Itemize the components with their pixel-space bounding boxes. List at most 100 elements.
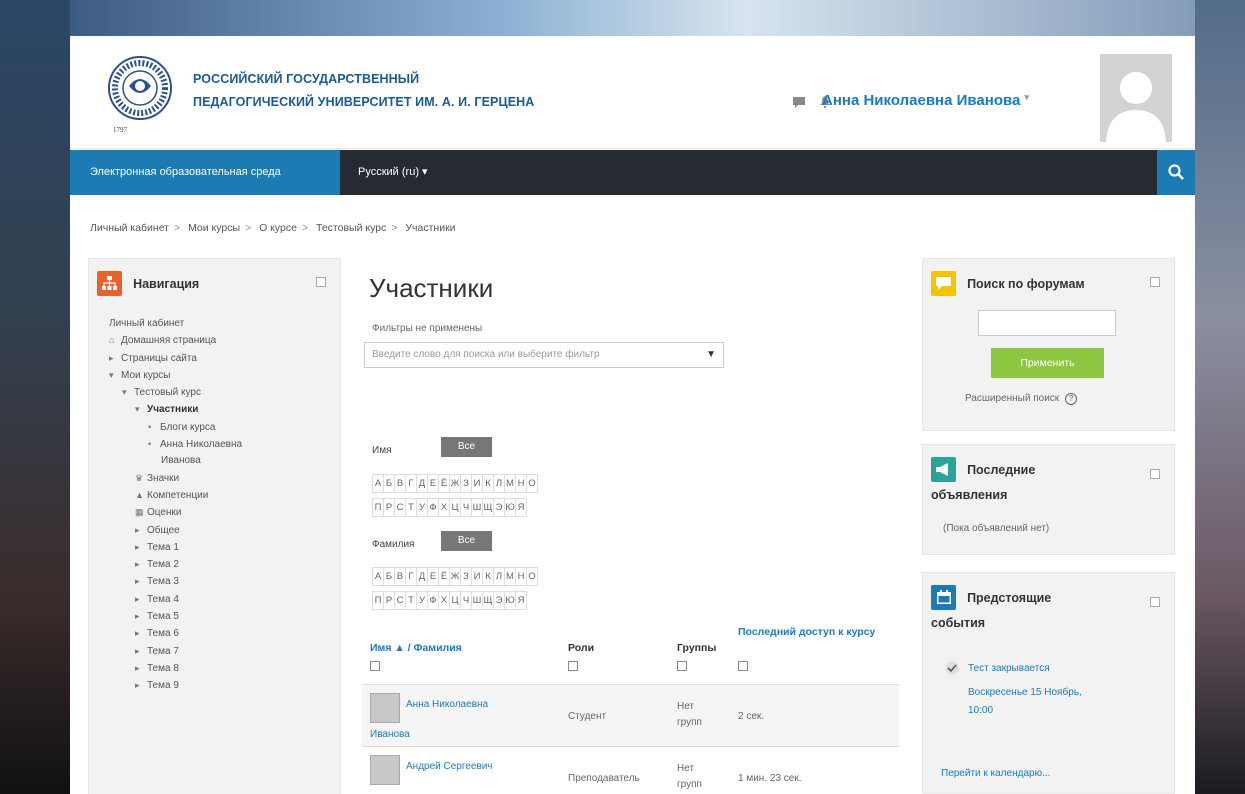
caret-down-icon: ▾ (1024, 92, 1030, 102)
university-name[interactable]: РОССИЙСКИЙ ГОСУДАРСТВЕННЫЙ ПЕДАГОГИЧЕСКИ… (193, 68, 534, 114)
nav-item-label: Тема 9 (147, 680, 179, 692)
nav-item[interactable]: ▾ Мои курсы (109, 367, 334, 384)
nav-item[interactable]: Личный кабинет (109, 316, 334, 332)
nav-item[interactable]: ▸ Тема 7 (109, 643, 334, 660)
search-button[interactable] (1157, 150, 1195, 195)
collapse-block-button[interactable] (1150, 597, 1160, 607)
nav-item[interactable]: • Блоги курса (109, 419, 334, 436)
lastname-all-button[interactable]: Все (441, 531, 492, 551)
nav-item[interactable]: ▲ Компетенции (109, 487, 334, 504)
site-home-link[interactable]: Электронная образовательная среда (70, 150, 340, 195)
breadcrumb-item-about[interactable]: О курсе (259, 222, 297, 234)
column-collapse-groups[interactable] (677, 661, 687, 671)
university-name-line1: РОССИЙСКИЙ ГОСУДАРСТВЕННЫЙ (193, 72, 420, 86)
user-picture[interactable] (370, 755, 400, 785)
university-logo[interactable]: 1797 (103, 50, 177, 140)
bullet-icon: • (148, 439, 152, 450)
lastname-letter-14[interactable]: О (526, 567, 538, 586)
nav-item[interactable]: ▸ Страницы сайта (109, 350, 334, 367)
nav-item[interactable]: ▾ Тестовый курс (109, 384, 334, 401)
column-collapse-last-access[interactable] (738, 661, 748, 671)
nav-item[interactable]: ▸ Общее (109, 522, 334, 539)
news-title-line2: объявления (931, 488, 1008, 502)
nav-item[interactable]: ▸ Тема 9 (109, 677, 334, 694)
caret-down-icon: ▾ (122, 387, 127, 398)
navbar: Электронная образовательная среда Русски… (70, 150, 1195, 195)
event-title-link[interactable]: Тест закрывается (968, 663, 1050, 674)
column-collapse-roles[interactable] (568, 661, 578, 671)
filters-status: Фильтры не применены (372, 323, 483, 334)
filter-placeholder: Введите слово для поиска или выберите фи… (372, 349, 600, 360)
background-left (0, 0, 70, 794)
nav-item-label: Страницы сайта (121, 352, 197, 364)
dropdown-arrow-icon[interactable]: ▼ (706, 343, 716, 367)
breadcrumb-item-my-courses[interactable]: Мои курсы (188, 222, 240, 234)
avatar[interactable] (1100, 54, 1172, 142)
advanced-search-link[interactable]: Расширенный поиск ? (965, 393, 1077, 405)
apply-button[interactable]: Применить (991, 348, 1104, 378)
nav-item[interactable]: ▸ Тема 8 (109, 660, 334, 677)
nav-item-label: Общее (147, 524, 180, 536)
forum-search-title: Поиск по форумам (967, 276, 1085, 291)
nav-item[interactable]: • Анна Николаевна (109, 436, 334, 453)
megaphone-icon (931, 457, 956, 482)
breadcrumb-item-course[interactable]: Тестовый курс (316, 222, 386, 234)
lastname-letter-13[interactable]: Я (515, 591, 527, 610)
nav-item[interactable]: ▸ Тема 1 (109, 539, 334, 556)
caret-right-icon: ▸ (135, 541, 140, 552)
column-collapse-name[interactable] (370, 661, 380, 671)
nav-item[interactable]: ▦ Оценки (109, 504, 334, 521)
caret-right-icon: ▸ (109, 352, 114, 363)
collapse-block-button[interactable] (316, 277, 326, 287)
caret-right-icon: ▸ (135, 662, 140, 673)
messages-icon[interactable] (793, 97, 805, 111)
calendar-link[interactable]: Перейти к календарю... (941, 768, 1050, 779)
user-menu[interactable]: Анна Николаевна Иванова ▾ (822, 92, 1029, 109)
firstname-letter-14[interactable]: О (526, 474, 538, 493)
nav-item[interactable]: ♛ Значки (109, 470, 334, 487)
nav-item[interactable]: ▸ Тема 5 (109, 608, 334, 625)
user-picture[interactable] (370, 693, 400, 723)
participant-name-line2[interactable]: Иванова (370, 729, 410, 740)
sitemap-icon (97, 271, 122, 296)
chat-bubble-icon (931, 271, 956, 296)
table-row: Андрей Сергеевич Преподаватель Нет групп… (362, 746, 899, 794)
page-header: 1797 РОССИЙСКИЙ ГОСУДАРСТВЕННЫЙ ПЕДАГОГИ… (70, 36, 1195, 149)
breadcrumb-item-dashboard[interactable]: Личный кабинет (90, 222, 169, 234)
column-header-groups: Группы (677, 642, 717, 654)
quiz-icon (945, 661, 959, 678)
firstname-letter-13[interactable]: Я (515, 498, 527, 517)
background-top (0, 0, 1245, 36)
navigation-tree: Личный кабинет ⌂ Домашняя страница ▸ Страниц… (109, 316, 334, 695)
breadcrumb-item-participants[interactable]: Участники (405, 222, 455, 234)
forum-search-input[interactable] (978, 310, 1116, 336)
participant-name-line1[interactable]: Анна Николаевна (406, 699, 488, 710)
nav-item-label: Тема 7 (147, 645, 179, 657)
firstname-all-button[interactable]: Все (441, 437, 492, 457)
nav-item[interactable]: ⌂ Домашняя страница (109, 332, 334, 349)
nav-item[interactable]: ▸ Тема 4 (109, 591, 334, 608)
nav-item[interactable]: ▸ Тема 2 (109, 556, 334, 573)
caret-right-icon: ▸ (135, 524, 140, 535)
participant-group-line1: Нет (677, 763, 695, 774)
column-header-last-access[interactable]: Последний доступ к курсу (738, 624, 888, 641)
participant-name-line1[interactable]: Андрей Сергеевич (406, 761, 493, 772)
help-icon[interactable]: ? (1064, 393, 1077, 405)
collapse-block-button[interactable] (1150, 277, 1160, 287)
forum-search-block: Поиск по форумам Применить Расширенный п… (922, 258, 1175, 431)
event-date-line2[interactable]: 10:00 (968, 705, 993, 716)
nav-item[interactable]: Иванова (109, 453, 334, 469)
page-title: Участники (369, 273, 494, 303)
nav-item[interactable]: ▸ Тема 6 (109, 625, 334, 642)
nav-item-label: Мои курсы (121, 369, 171, 381)
nav-item-label: Тема 5 (147, 611, 179, 623)
nav-item[interactable]: ▾ Участники (109, 401, 334, 418)
column-header-name[interactable]: Имя ▲ / Фамилия (370, 642, 462, 654)
collapse-block-button[interactable] (1150, 469, 1160, 479)
language-menu[interactable]: Русский (ru) ▾ (358, 150, 428, 195)
event-date-line1[interactable]: Воскресенье 15 Ноябрь, (968, 687, 1082, 698)
nav-item[interactable]: ▸ Тема 3 (109, 573, 334, 590)
filter-input[interactable]: Введите слово для поиска или выберите фи… (364, 342, 724, 368)
nav-item-label: Тема 3 (147, 576, 179, 588)
caret-right-icon: ▸ (135, 645, 140, 656)
